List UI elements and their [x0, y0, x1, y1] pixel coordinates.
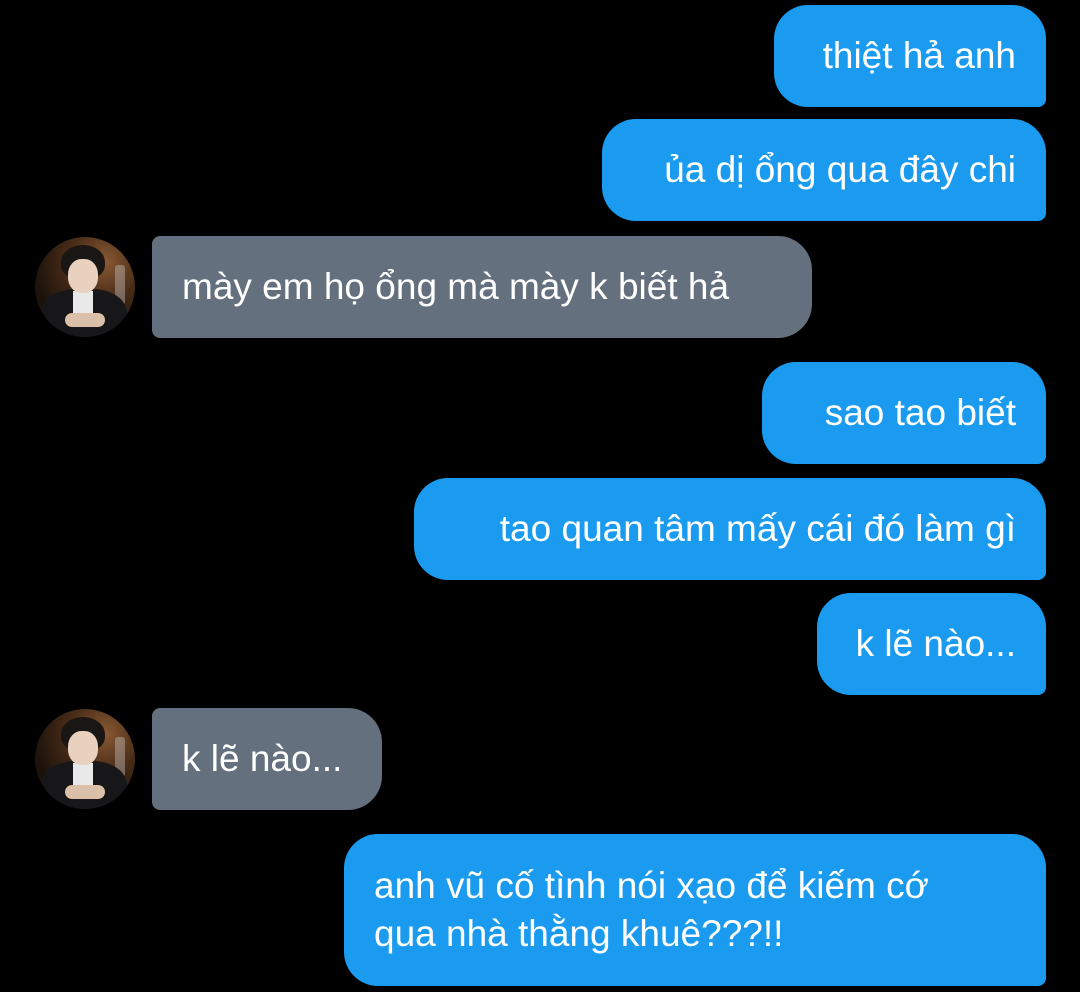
avatar-face [68, 731, 98, 765]
message-bubble-outgoing[interactable]: sao tao biết [762, 362, 1046, 464]
message-bubble-outgoing[interactable]: anh vũ cố tình nói xạo để kiếm cớ qua nh… [344, 834, 1046, 986]
message-text: k lẽ nào... [182, 738, 343, 779]
message-bubble-incoming[interactable]: k lẽ nào... [152, 708, 382, 810]
avatar-hands [65, 785, 105, 799]
message-text: thiệt hả anh [822, 35, 1016, 76]
message-text: ủa dị ổng qua đây chi [664, 149, 1016, 190]
message-text-line: qua nhà thằng khuê???!! [374, 913, 784, 954]
message-text: k lẽ nào... [855, 623, 1016, 664]
message-bubble-outgoing[interactable]: ủa dị ổng qua đây chi [602, 119, 1046, 221]
contact-avatar[interactable] [35, 709, 135, 809]
contact-avatar[interactable] [35, 237, 135, 337]
message-text: sao tao biết [824, 392, 1016, 433]
message-bubble-incoming[interactable]: mày em họ ổng mà mày k biết hả [152, 236, 812, 338]
message-text: mày em họ ổng mà mày k biết hả [182, 266, 730, 307]
message-bubble-outgoing[interactable]: tao quan tâm mấy cái đó làm gì [414, 478, 1046, 580]
message-text: tao quan tâm mấy cái đó làm gì [499, 508, 1016, 549]
chat-thread: thiệt hả anh ủa dị ổng qua đây chi mày e… [0, 0, 1080, 992]
avatar-hands [65, 313, 105, 327]
message-bubble-outgoing[interactable]: k lẽ nào... [817, 593, 1046, 695]
avatar-face [68, 259, 98, 293]
message-text-line: anh vũ cố tình nói xạo để kiếm cớ [374, 865, 929, 906]
message-bubble-outgoing[interactable]: thiệt hả anh [774, 5, 1046, 107]
